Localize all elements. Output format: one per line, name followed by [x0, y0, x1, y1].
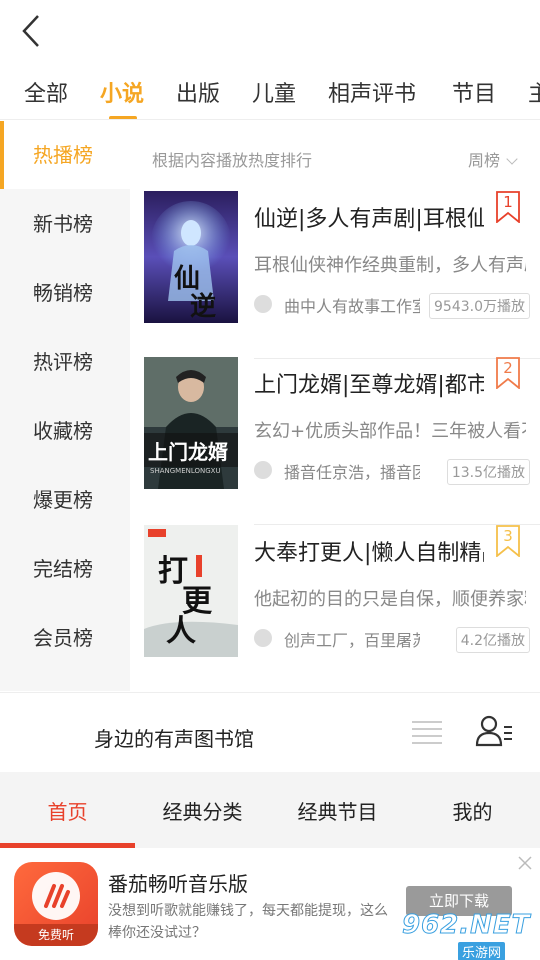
play-count: 9543.0万播放	[429, 293, 530, 319]
author-icon	[254, 295, 272, 313]
sidebar-item-label: 畅销榜	[33, 281, 93, 305]
watermark-logo: 962.NET	[401, 910, 531, 941]
play-count: 13.5亿播放	[446, 459, 530, 485]
tab-publish[interactable]: 出版	[176, 76, 220, 108]
sidebar-item-new[interactable]: 新书榜	[0, 190, 130, 258]
book-description: 他起初的目的只是自保，顺便养家糊口	[254, 589, 526, 610]
tab-children[interactable]: 儿童	[252, 76, 296, 108]
rank-bookmark-icon: 1	[496, 191, 520, 224]
rank-number: 3	[503, 527, 513, 545]
ad-banner[interactable]: 免费听 番茄畅听音乐版 没想到听歌就能赚钱了，每天都能提现，这么棒你还没试过？ …	[0, 848, 540, 960]
book-title: 仙逆|多人有声剧|耳根仙侠神作经典重制	[254, 207, 484, 232]
ad-title: 番茄畅听音乐版	[108, 872, 248, 896]
ranking-sidebar: 热播榜 新书榜 畅销榜 热评榜 收藏榜 爆更榜 完结榜 会员榜	[0, 121, 130, 691]
author-icon	[254, 629, 272, 647]
top-bar	[0, 0, 540, 64]
svg-text:上门龙婿: 上门龙婿	[148, 440, 228, 464]
sidebar-item-label: 爆更榜	[33, 488, 93, 512]
book-meta: 创声工厂，百里屠苏 4.2亿播放	[254, 627, 530, 653]
sidebar-item-favorites[interactable]: 收藏榜	[0, 397, 130, 465]
author-icon	[254, 461, 272, 479]
book-meta: 播音任京浩，播音团队 13.5亿播放	[254, 459, 530, 485]
book-meta: 曲中人有故事工作室 9543.0万播放	[254, 293, 530, 319]
watermark-label: 乐游网	[458, 942, 506, 960]
rank-bookmark-icon: 3	[496, 525, 520, 558]
period-selector[interactable]: 周榜	[467, 147, 518, 171]
book-item[interactable]: 仙 逆 仙逆|多人有声剧|耳根仙侠神作经典重制 耳根仙侠神作经典重制，多人有声剧…	[144, 191, 540, 359]
book-item[interactable]: 上门龙婿 SHANGMENLONGXU 上门龙婿|至尊龙婿|都市神豪 玄幻+优质…	[144, 357, 540, 525]
ranking-content: 根据内容播放热度排行 周榜 仙 逆 仙逆|多人有声剧|耳根仙侠神作经典重制	[130, 121, 540, 693]
site-watermark: 962.NET 乐游网	[401, 910, 534, 960]
sidebar-item-label: 热评榜	[33, 350, 93, 374]
nav-mine[interactable]: 我的	[405, 796, 540, 825]
book-description: 耳根仙侠神作经典重制，多人有声剧	[254, 255, 526, 276]
tab-novel[interactable]: 小说	[100, 76, 144, 108]
nav-programs[interactable]: 经典节目	[270, 796, 405, 825]
list-icon[interactable]	[410, 719, 444, 747]
library-title: 身边的有声图书馆	[94, 727, 254, 751]
user-list-icon[interactable]	[474, 713, 514, 749]
library-bar: 身边的有声图书馆	[0, 692, 540, 772]
sidebar-item-label: 会员榜	[33, 626, 93, 650]
tab-crosstalk[interactable]: 相声评书	[328, 76, 416, 108]
tab-programs[interactable]: 节目	[452, 76, 496, 108]
ranking-subtitle: 根据内容播放热度排行	[152, 151, 313, 170]
book-author: 创声工厂，百里屠苏	[284, 631, 420, 650]
nav-categories[interactable]: 经典分类	[135, 796, 270, 825]
book-item[interactable]: 打 更 人 大奉打更人|懒人自制精品 他起初的目的只是自保，顺便养家糊口 创声工…	[144, 525, 540, 693]
category-tabs: 全部 小说 出版 儿童 相声评书 节目 主	[0, 64, 540, 120]
tab-active-indicator	[109, 116, 137, 119]
book-description: 玄幻+优质头部作品！三年被人看不起	[254, 421, 526, 442]
period-label: 周榜	[467, 151, 500, 170]
chevron-down-icon	[506, 153, 518, 165]
sidebar-item-hot[interactable]: 热播榜	[0, 121, 130, 189]
sidebar-item-updates[interactable]: 爆更榜	[0, 466, 130, 534]
tab-all[interactable]: 全部	[24, 76, 68, 108]
sidebar-item-bestseller[interactable]: 畅销榜	[0, 259, 130, 327]
tab-more[interactable]: 主	[528, 76, 540, 108]
close-icon[interactable]	[514, 852, 536, 874]
book-cover: 上门龙婿 SHANGMENLONGXU	[144, 357, 238, 489]
sidebar-item-label: 新书榜	[33, 212, 93, 236]
sidebar-item-label: 完结榜	[33, 557, 93, 581]
svg-text:人: 人	[166, 614, 196, 649]
rank-number: 1	[503, 193, 513, 211]
rank-number: 2	[503, 359, 513, 377]
svg-text:逆: 逆	[190, 291, 216, 322]
back-icon[interactable]	[18, 12, 48, 50]
book-author: 曲中人有故事工作室	[284, 297, 420, 316]
sidebar-item-label: 收藏榜	[33, 419, 93, 443]
sidebar-item-completed[interactable]: 完结榜	[0, 535, 130, 603]
play-count: 4.2亿播放	[455, 627, 530, 653]
app-logo: 免费听	[14, 862, 98, 946]
book-author: 播音任京浩，播音团队	[284, 463, 420, 482]
ad-description: 没想到听歌就能赚钱了，每天都能提现，这么棒你还没试过？	[108, 903, 388, 941]
free-badge: 免费听	[14, 924, 98, 946]
svg-text:SHANGMENLONGXU: SHANGMENLONGXU	[150, 467, 221, 475]
sidebar-item-vip[interactable]: 会员榜	[0, 604, 130, 672]
bottom-nav: 首页 经典分类 经典节目 我的	[0, 772, 540, 848]
book-cover: 仙 逆	[144, 191, 238, 323]
book-title: 上门龙婿|至尊龙婿|都市神豪	[254, 373, 484, 398]
sidebar-active-indicator	[0, 121, 4, 189]
sidebar-item-label: 热播榜	[33, 143, 93, 167]
nav-home[interactable]: 首页	[0, 796, 135, 825]
svg-text:仙: 仙	[174, 264, 200, 294]
book-cover: 打 更 人	[144, 525, 238, 657]
rank-bookmark-icon: 2	[496, 357, 520, 390]
sidebar-item-reviews[interactable]: 热评榜	[0, 328, 130, 396]
book-title: 大奉打更人|懒人自制精品	[254, 541, 484, 566]
